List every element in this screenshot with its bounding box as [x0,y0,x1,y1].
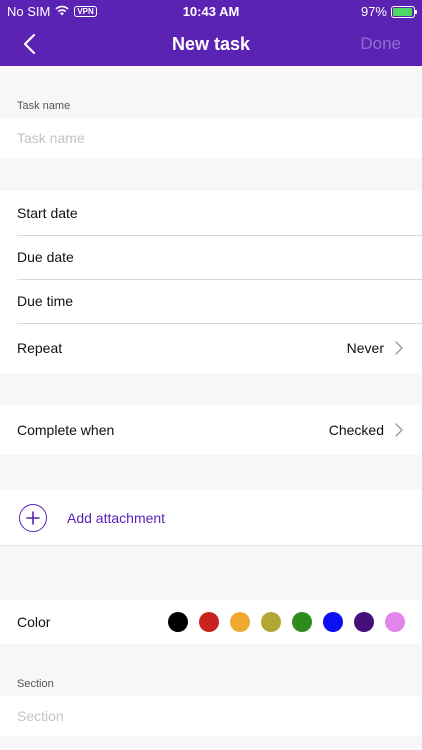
due-date-label: Due date [17,249,74,265]
complete-when-label: Complete when [17,422,115,438]
section-input[interactable] [17,708,397,724]
add-attachment-row[interactable]: Add attachment [0,490,422,546]
repeat-label: Repeat [17,340,63,356]
task-name-row [0,118,422,158]
complete-when-value: Checked [328,422,384,438]
status-time: 10:43 AM [182,4,240,19]
chevron-right-icon [395,341,403,355]
status-right: 97% [360,4,417,19]
done-button[interactable]: Done [360,22,401,66]
color-swatch-7[interactable] [385,612,405,632]
chevron-right-icon [395,423,403,437]
section-label: Section [17,678,54,690]
form-content: Task name Start date Due date Due time R… [0,66,422,750]
dates-group: Start date Due date Due time Repeat Neve… [0,191,422,373]
plus-icon[interactable] [19,504,47,532]
color-swatches [168,612,405,632]
color-swatch-2[interactable] [230,612,250,632]
task-name-input[interactable] [17,130,397,146]
nav-bar: New task Done [0,22,422,66]
section-row [0,696,422,736]
color-swatch-5[interactable] [323,612,343,632]
repeat-row[interactable]: Repeat Never [0,323,422,373]
color-swatch-3[interactable] [261,612,281,632]
complete-group: Complete when Checked [0,405,422,455]
color-label: Color [17,614,51,630]
due-time-label: Due time [17,293,74,309]
page-title: New task [171,34,251,54]
battery-icon [391,5,417,18]
start-date-label: Start date [17,205,78,221]
color-swatch-0[interactable] [168,612,188,632]
due-time-row[interactable]: Due time [0,279,422,323]
color-swatch-1[interactable] [199,612,219,632]
color-row: Color [0,600,422,644]
task-name-label: Task name [17,100,71,112]
status-bar: No SIM VPN 10:43 AM 97% [0,0,422,22]
battery-percent: 97% [360,4,387,19]
due-date-row[interactable]: Due date [0,235,422,279]
start-date-row[interactable]: Start date [0,191,422,235]
battery-level [393,7,413,16]
repeat-value: Never [346,340,384,356]
color-swatch-6[interactable] [354,612,374,632]
color-swatch-4[interactable] [292,612,312,632]
complete-when-row[interactable]: Complete when Checked [0,405,422,455]
add-attachment-label: Add attachment [67,509,166,526]
